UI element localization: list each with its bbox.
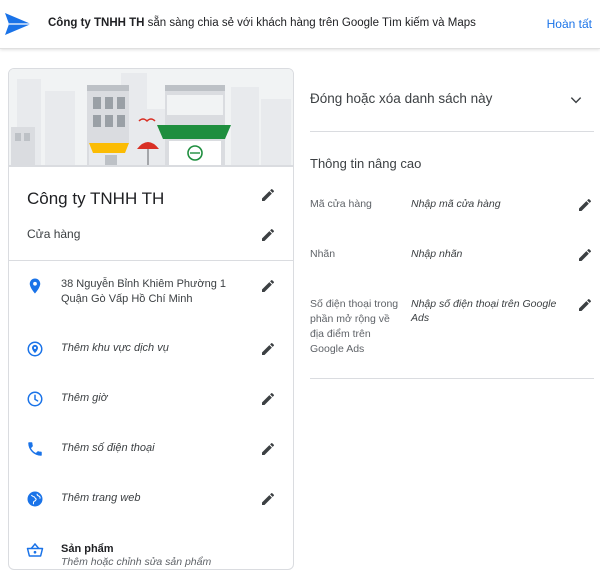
location-pin-icon (26, 277, 44, 295)
right-divider-top (310, 131, 594, 132)
edit-hours-button[interactable] (260, 391, 276, 407)
pencil-icon (579, 198, 592, 211)
edit-store-code-button[interactable] (577, 197, 593, 213)
edit-category-button[interactable] (260, 227, 276, 243)
add-website-text[interactable]: Thêm trang web (61, 491, 140, 506)
pencil-icon (262, 188, 275, 201)
close-or-delete-title[interactable]: Đóng hoặc xóa danh sách này (310, 91, 492, 106)
edit-label-button[interactable] (577, 247, 593, 263)
pencil-icon (262, 279, 275, 292)
products-subtitle: Thêm hoặc chỉnh sửa sản phẩm (61, 556, 212, 568)
pencil-icon (579, 298, 592, 311)
pencil-icon (262, 228, 275, 241)
edit-name-button[interactable] (260, 187, 276, 203)
pencil-icon (262, 492, 275, 505)
label-label: Nhãn (310, 248, 336, 260)
store-code-label: Mã cửa hàng (310, 198, 372, 210)
send-arrow-icon (4, 12, 32, 36)
business-profile-card: Công ty TNHH TH Cửa hàng 38 Nguyễn Bỉnh … (8, 68, 294, 570)
address-text: 38 Nguyễn Bỉnh Khiêm Phường 1 Quận Gò Vấ… (61, 278, 227, 305)
edit-address-button[interactable] (260, 278, 276, 294)
pencil-icon (262, 392, 275, 405)
edit-website-button[interactable] (260, 491, 276, 507)
card-divider (9, 260, 293, 261)
edit-phone-button[interactable] (260, 441, 276, 457)
chevron-down-icon[interactable] (569, 93, 583, 107)
clock-icon (26, 390, 44, 408)
add-phone-text[interactable]: Thêm số điện thoại (61, 441, 155, 456)
ads-phone-label: Số điện thoại trong phần mở rộng về địa … (310, 298, 399, 355)
message-company: Công ty TNHH TH (48, 17, 145, 29)
advanced-info-title: Thông tin nâng cao (310, 156, 422, 171)
store-code-input[interactable]: Nhập mã cửa hàng (411, 197, 561, 211)
pencil-icon (579, 248, 592, 261)
right-divider-bottom (310, 378, 594, 379)
top-bar: Công ty TNHH TH sẵn sàng chia sẻ với khá… (0, 0, 600, 49)
phone-icon (26, 440, 44, 458)
service-area-icon (26, 340, 44, 358)
edit-ads-phone-button[interactable] (577, 297, 593, 313)
share-ready-message: Công ty TNHH TH sẵn sàng chia sẻ với khá… (48, 17, 476, 29)
business-name: Công ty TNHH TH (27, 189, 165, 208)
done-button[interactable]: Hoàn tất (547, 17, 592, 31)
ads-phone-input[interactable]: Nhập số điện thoại trên Google Ads (411, 297, 561, 325)
message-rest: sẵn sàng chia sẻ với khách hàng trên Goo… (144, 17, 476, 29)
add-service-area-text[interactable]: Thêm khu vực dịch vụ (61, 341, 169, 356)
business-category: Cửa hàng (27, 227, 81, 241)
globe-icon (26, 490, 44, 508)
label-input[interactable]: Nhập nhãn (411, 247, 561, 261)
basket-icon (26, 541, 44, 559)
pencil-icon (262, 442, 275, 455)
pencil-icon (262, 342, 275, 355)
storefront-illustration (9, 69, 293, 167)
edit-service-area-button[interactable] (260, 341, 276, 357)
products-title[interactable]: Sản phẩm (61, 542, 114, 557)
add-hours-text[interactable]: Thêm giờ (61, 391, 107, 406)
